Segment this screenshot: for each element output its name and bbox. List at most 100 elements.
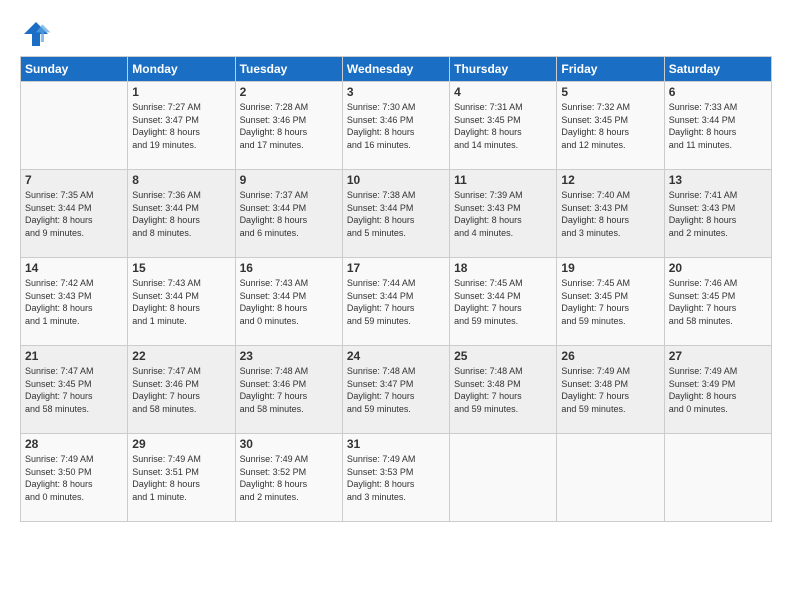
cell-info: Sunrise: 7:42 AM Sunset: 3:43 PM Dayligh… — [25, 277, 123, 327]
cell-info: Sunrise: 7:47 AM Sunset: 3:46 PM Dayligh… — [132, 365, 230, 415]
cell-info: Sunrise: 7:46 AM Sunset: 3:45 PM Dayligh… — [669, 277, 767, 327]
day-number: 18 — [454, 261, 552, 275]
calendar-cell: 3 Sunrise: 7:30 AM Sunset: 3:46 PM Daylig… — [342, 82, 449, 170]
header-row: SundayMondayTuesdayWednesdayThursdayFrid… — [21, 57, 772, 82]
day-number: 31 — [347, 437, 445, 451]
day-number: 20 — [669, 261, 767, 275]
col-header-saturday: Saturday — [664, 57, 771, 82]
calendar-cell: 16 Sunrise: 7:43 AM Sunset: 3:44 PM Dayli… — [235, 258, 342, 346]
day-number: 4 — [454, 85, 552, 99]
calendar-cell: 14 Sunrise: 7:42 AM Sunset: 3:43 PM Dayli… — [21, 258, 128, 346]
col-header-thursday: Thursday — [450, 57, 557, 82]
col-header-monday: Monday — [128, 57, 235, 82]
day-number: 15 — [132, 261, 230, 275]
week-row-2: 14 Sunrise: 7:42 AM Sunset: 3:43 PM Dayli… — [21, 258, 772, 346]
calendar-cell: 5 Sunrise: 7:32 AM Sunset: 3:45 PM Daylig… — [557, 82, 664, 170]
cell-info: Sunrise: 7:43 AM Sunset: 3:44 PM Dayligh… — [240, 277, 338, 327]
cell-info: Sunrise: 7:45 AM Sunset: 3:44 PM Dayligh… — [454, 277, 552, 327]
calendar-cell: 17 Sunrise: 7:44 AM Sunset: 3:44 PM Dayli… — [342, 258, 449, 346]
calendar-cell: 26Sunrise: 7:49 AM Sunset: 3:48 PM Dayli… — [557, 346, 664, 434]
calendar-cell: 25 Sunrise: 7:48 AM Sunset: 3:48 PM Dayli… — [450, 346, 557, 434]
day-number: 5 — [561, 85, 659, 99]
cell-info: Sunrise: 7:48 AM Sunset: 3:48 PM Dayligh… — [454, 365, 552, 415]
cell-info: Sunrise: 7:38 AM Sunset: 3:44 PM Dayligh… — [347, 189, 445, 239]
calendar-cell: 4 Sunrise: 7:31 AM Sunset: 3:45 PM Daylig… — [450, 82, 557, 170]
cell-info: Sunrise: 7:49 AM Sunset: 3:51 PM Dayligh… — [132, 453, 230, 503]
day-number: 9 — [240, 173, 338, 187]
day-number: 11 — [454, 173, 552, 187]
day-number: 13 — [669, 173, 767, 187]
cell-info: Sunrise: 7:27 AM Sunset: 3:47 PM Dayligh… — [132, 101, 230, 151]
cell-info: Sunrise: 7:33 AM Sunset: 3:44 PM Dayligh… — [669, 101, 767, 151]
col-header-tuesday: Tuesday — [235, 57, 342, 82]
day-number: 16 — [240, 261, 338, 275]
cell-info: Sunrise: 7:37 AM Sunset: 3:44 PM Dayligh… — [240, 189, 338, 239]
calendar-cell — [21, 82, 128, 170]
calendar-cell: 29 Sunrise: 7:49 AM Sunset: 3:51 PM Dayli… — [128, 434, 235, 522]
calendar-cell — [664, 434, 771, 522]
cell-info: Sunrise: 7:30 AM Sunset: 3:46 PM Dayligh… — [347, 101, 445, 151]
day-number: 19 — [561, 261, 659, 275]
cell-info: Sunrise: 7:48 AM Sunset: 3:47 PM Dayligh… — [347, 365, 445, 415]
calendar-cell: 8Sunrise: 7:36 AM Sunset: 3:44 PM Daylig… — [128, 170, 235, 258]
col-header-sunday: Sunday — [21, 57, 128, 82]
cell-info: Sunrise: 7:32 AM Sunset: 3:45 PM Dayligh… — [561, 101, 659, 151]
day-number: 12 — [561, 173, 659, 187]
cell-info: Sunrise: 7:40 AM Sunset: 3:43 PM Dayligh… — [561, 189, 659, 239]
week-row-0: 1 Sunrise: 7:27 AM Sunset: 3:47 PM Daylig… — [21, 82, 772, 170]
calendar-cell: 1 Sunrise: 7:27 AM Sunset: 3:47 PM Daylig… — [128, 82, 235, 170]
calendar-cell: 24 Sunrise: 7:48 AM Sunset: 3:47 PM Dayli… — [342, 346, 449, 434]
logo-icon — [20, 18, 52, 50]
day-number: 3 — [347, 85, 445, 99]
calendar-cell: 31 Sunrise: 7:49 AM Sunset: 3:53 PM Dayli… — [342, 434, 449, 522]
cell-info: Sunrise: 7:49 AM Sunset: 3:53 PM Dayligh… — [347, 453, 445, 503]
cell-info: Sunrise: 7:39 AM Sunset: 3:43 PM Dayligh… — [454, 189, 552, 239]
day-number: 1 — [132, 85, 230, 99]
day-number: 14 — [25, 261, 123, 275]
col-header-friday: Friday — [557, 57, 664, 82]
cell-info: Sunrise: 7:45 AM Sunset: 3:45 PM Dayligh… — [561, 277, 659, 327]
week-row-1: 7Sunrise: 7:35 AM Sunset: 3:44 PM Daylig… — [21, 170, 772, 258]
day-number: 24 — [347, 349, 445, 363]
cell-info: Sunrise: 7:48 AM Sunset: 3:46 PM Dayligh… — [240, 365, 338, 415]
cell-info: Sunrise: 7:43 AM Sunset: 3:44 PM Dayligh… — [132, 277, 230, 327]
cell-info: Sunrise: 7:41 AM Sunset: 3:43 PM Dayligh… — [669, 189, 767, 239]
day-number: 29 — [132, 437, 230, 451]
day-number: 23 — [240, 349, 338, 363]
day-number: 27 — [669, 349, 767, 363]
calendar-cell: 13 Sunrise: 7:41 AM Sunset: 3:43 PM Dayli… — [664, 170, 771, 258]
day-number: 28 — [25, 437, 123, 451]
calendar-cell — [557, 434, 664, 522]
cell-info: Sunrise: 7:36 AM Sunset: 3:44 PM Dayligh… — [132, 189, 230, 239]
week-row-3: 21 Sunrise: 7:47 AM Sunset: 3:45 PM Dayli… — [21, 346, 772, 434]
day-number: 25 — [454, 349, 552, 363]
cell-info: Sunrise: 7:31 AM Sunset: 3:45 PM Dayligh… — [454, 101, 552, 151]
calendar-cell — [450, 434, 557, 522]
calendar-table: SundayMondayTuesdayWednesdayThursdayFrid… — [20, 56, 772, 522]
day-number: 17 — [347, 261, 445, 275]
cell-info: Sunrise: 7:49 AM Sunset: 3:49 PM Dayligh… — [669, 365, 767, 415]
cell-info: Sunrise: 7:47 AM Sunset: 3:45 PM Dayligh… — [25, 365, 123, 415]
calendar-cell: 7Sunrise: 7:35 AM Sunset: 3:44 PM Daylig… — [21, 170, 128, 258]
cell-info: Sunrise: 7:35 AM Sunset: 3:44 PM Dayligh… — [25, 189, 123, 239]
calendar-cell: 2Sunrise: 7:28 AM Sunset: 3:46 PM Daylig… — [235, 82, 342, 170]
calendar-cell: 6Sunrise: 7:33 AM Sunset: 3:44 PM Daylig… — [664, 82, 771, 170]
day-number: 10 — [347, 173, 445, 187]
calendar-cell: 15 Sunrise: 7:43 AM Sunset: 3:44 PM Dayli… — [128, 258, 235, 346]
calendar-cell: 28 Sunrise: 7:49 AM Sunset: 3:50 PM Dayli… — [21, 434, 128, 522]
cell-info: Sunrise: 7:49 AM Sunset: 3:50 PM Dayligh… — [25, 453, 123, 503]
calendar-cell: 9 Sunrise: 7:37 AM Sunset: 3:44 PM Daylig… — [235, 170, 342, 258]
cell-info: Sunrise: 7:49 AM Sunset: 3:52 PM Dayligh… — [240, 453, 338, 503]
cell-info: Sunrise: 7:44 AM Sunset: 3:44 PM Dayligh… — [347, 277, 445, 327]
cell-info: Sunrise: 7:28 AM Sunset: 3:46 PM Dayligh… — [240, 101, 338, 151]
calendar-cell: 10 Sunrise: 7:38 AM Sunset: 3:44 PM Dayli… — [342, 170, 449, 258]
header — [20, 18, 772, 50]
day-number: 21 — [25, 349, 123, 363]
calendar-cell: 11 Sunrise: 7:39 AM Sunset: 3:43 PM Dayli… — [450, 170, 557, 258]
calendar-cell: 30 Sunrise: 7:49 AM Sunset: 3:52 PM Dayli… — [235, 434, 342, 522]
calendar-cell: 12 Sunrise: 7:40 AM Sunset: 3:43 PM Dayli… — [557, 170, 664, 258]
day-number: 30 — [240, 437, 338, 451]
day-number: 22 — [132, 349, 230, 363]
calendar-cell: 20 Sunrise: 7:46 AM Sunset: 3:45 PM Dayli… — [664, 258, 771, 346]
col-header-wednesday: Wednesday — [342, 57, 449, 82]
